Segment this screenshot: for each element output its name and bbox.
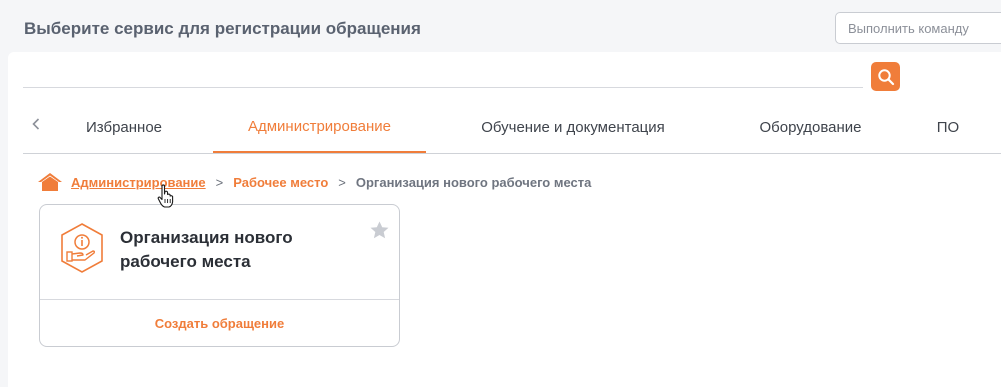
info-hand-icon xyxy=(56,222,108,279)
tabs-prev-button[interactable] xyxy=(28,112,44,136)
tab-favorites[interactable]: Избранное xyxy=(69,102,179,153)
search-button[interactable] xyxy=(871,62,900,91)
service-card[interactable]: Организация нового рабочего места Создат… xyxy=(39,204,400,347)
create-request-button[interactable]: Создать обращение xyxy=(40,300,399,346)
breadcrumb: Администрирование > Рабочее место > Орга… xyxy=(37,171,591,193)
category-tabs: Избранное Администрирование Обучение и д… xyxy=(23,102,1001,154)
search-input[interactable] xyxy=(23,87,863,88)
chevron-left-icon xyxy=(32,118,40,130)
command-input[interactable] xyxy=(835,12,1001,44)
tab-training-docs[interactable]: Обучение и документация xyxy=(463,102,683,153)
breadcrumb-workplace[interactable]: Рабочее место xyxy=(233,175,328,190)
home-icon[interactable] xyxy=(37,172,63,192)
tab-administration[interactable]: Администрирование xyxy=(213,102,426,153)
tab-software[interactable]: ПО xyxy=(928,102,968,153)
hand-cursor-icon xyxy=(157,184,175,213)
search-icon xyxy=(877,68,894,85)
page-title: Выберите сервис для регистрации обращени… xyxy=(24,19,421,38)
breadcrumb-administration[interactable]: Администрирование xyxy=(71,175,206,190)
breadcrumb-current: Организация нового рабочего места xyxy=(355,174,592,190)
breadcrumb-separator: > xyxy=(215,174,224,190)
card-title: Организация нового рабочего места xyxy=(120,228,293,271)
breadcrumb-separator: > xyxy=(338,174,346,190)
star-icon[interactable] xyxy=(370,221,389,244)
tab-equipment[interactable]: Оборудование xyxy=(743,102,878,153)
main-panel: Избранное Администрирование Обучение и д… xyxy=(8,52,1001,387)
